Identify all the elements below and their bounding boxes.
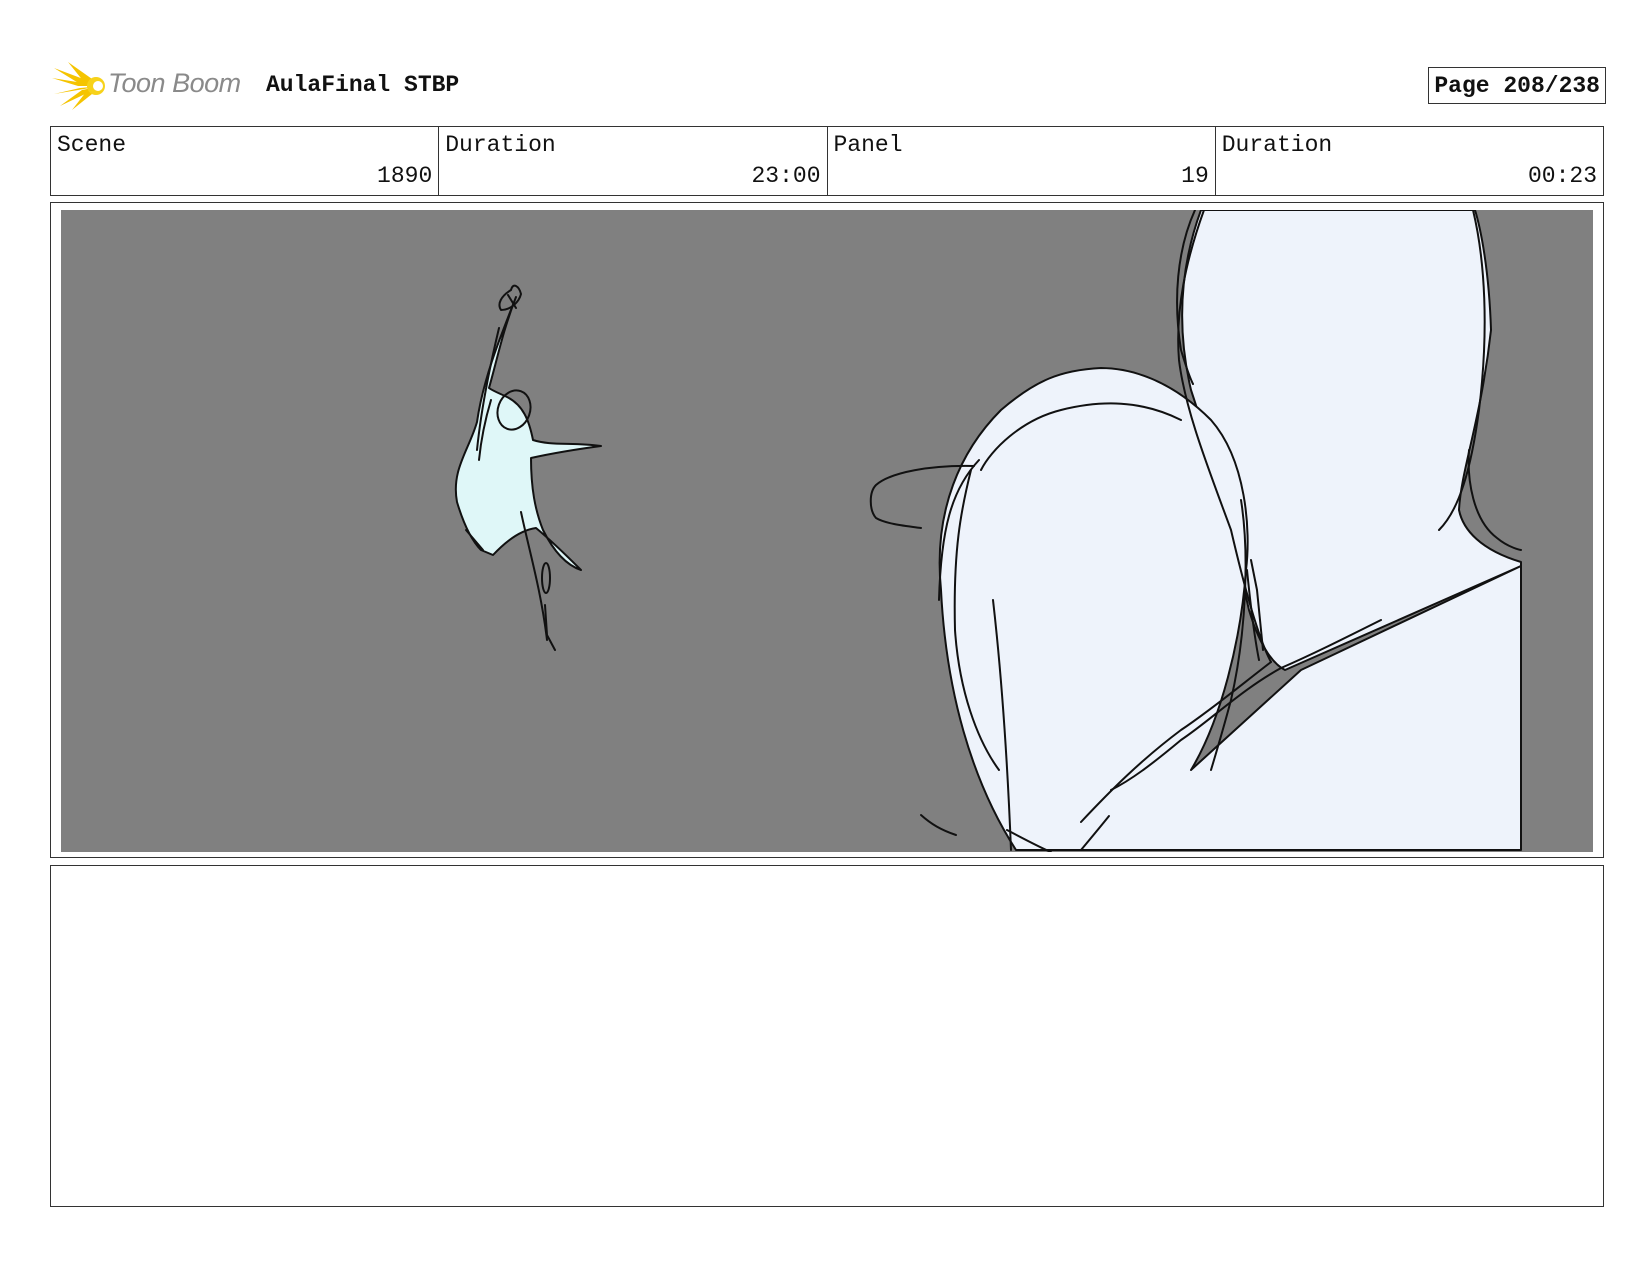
project-title: AulaFinal STBP <box>266 72 460 98</box>
toon-boom-logo: Toon Boom <box>50 58 250 112</box>
storyboard-header: Toon Boom AulaFinal STBP Page 208/238 <box>50 58 1606 112</box>
distant-figure-sketch <box>454 284 602 651</box>
scene-duration-value: 23:00 <box>751 163 821 189</box>
panel-drawing <box>61 210 1593 852</box>
page-indicator: Page 208/238 <box>1428 67 1606 104</box>
foreground-character-sketch <box>920 210 1522 852</box>
panel-frame <box>50 202 1604 858</box>
panel-duration-label: Duration <box>1221 132 1333 158</box>
panel-duration-value: 00:23 <box>1527 163 1597 189</box>
scene-duration-cell: Duration 23:00 <box>439 127 828 195</box>
panel-notes-box <box>50 865 1604 1207</box>
scene-value: 1890 <box>377 163 433 189</box>
panel-value: 19 <box>1181 163 1209 189</box>
panel-cell: Panel 19 <box>828 127 1216 195</box>
storyboard-sketch <box>454 210 1522 852</box>
scene-label: Scene <box>57 132 127 158</box>
distant-figure-body <box>454 296 602 571</box>
scene-cell: Scene 1890 <box>51 127 440 195</box>
panel-duration-cell: Duration 00:23 <box>1216 127 1603 195</box>
panel-label: Panel <box>833 132 903 158</box>
starburst-icon <box>52 62 105 110</box>
scene-info-row: Scene 1890 Duration 23:00 Panel 19 Durat… <box>50 126 1604 196</box>
scene-duration-label: Duration <box>445 132 556 158</box>
logo-text: Toon Boom <box>108 68 241 98</box>
